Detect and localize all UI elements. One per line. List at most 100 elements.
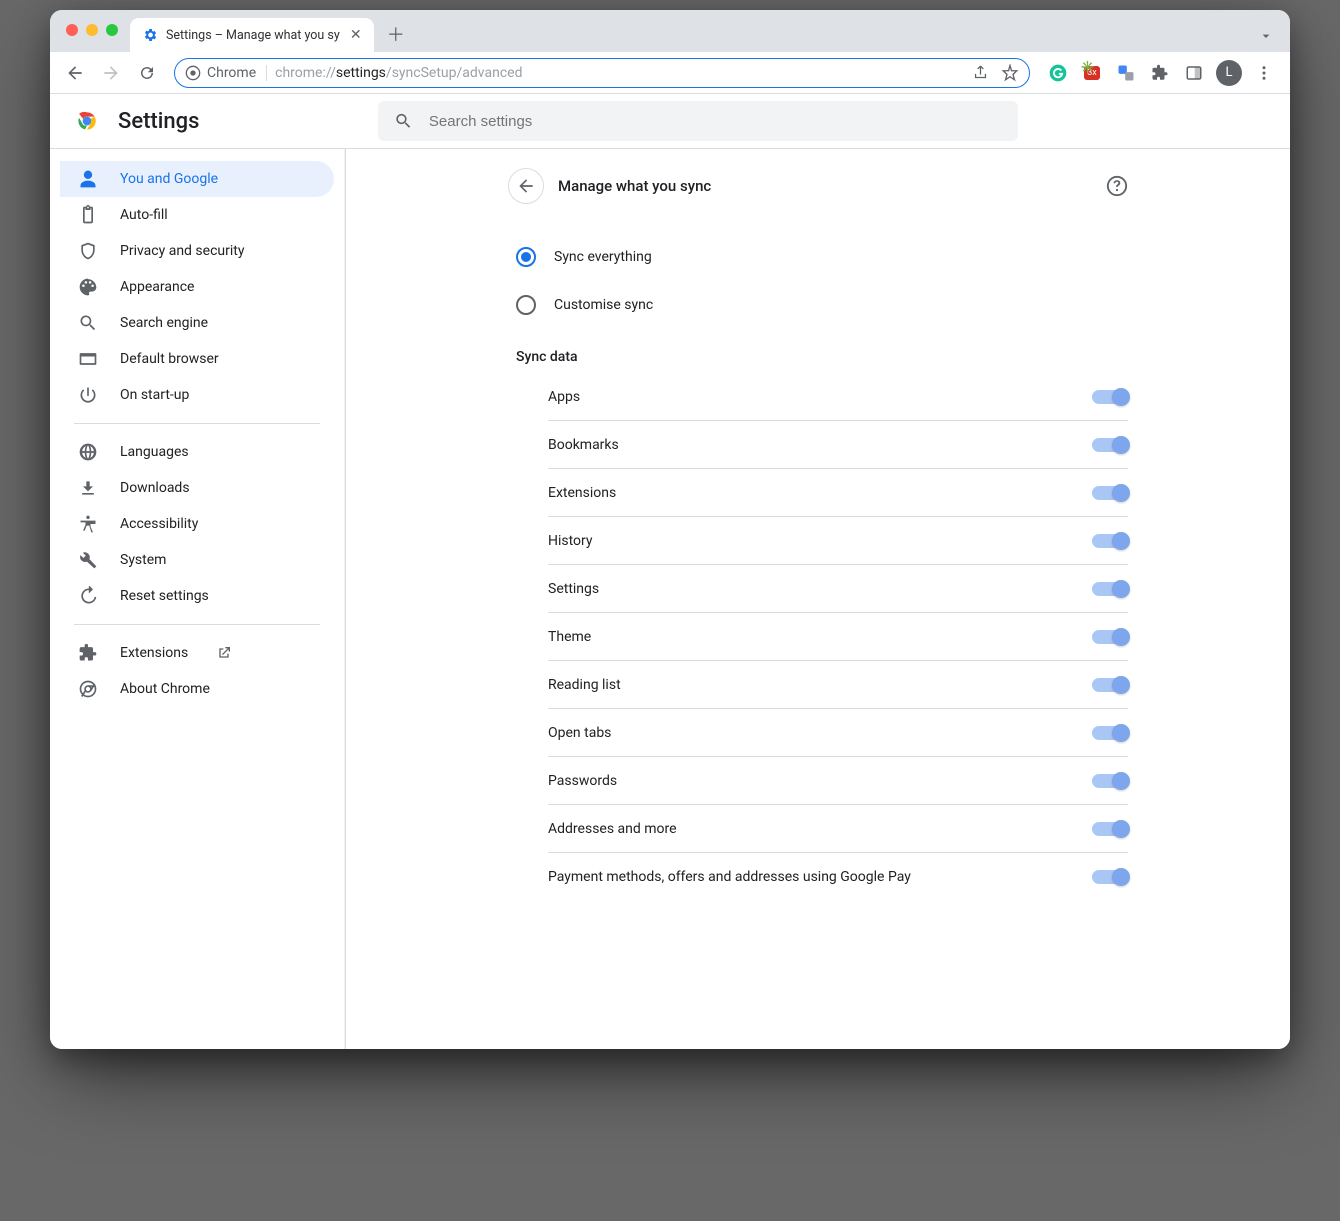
sidebar-item-label: About Chrome — [120, 681, 210, 697]
sidebar-item-search-engine[interactable]: Search engine — [60, 305, 334, 341]
sidebar-item-label: System — [120, 552, 166, 568]
sync-toggle[interactable] — [1092, 486, 1128, 500]
sync-toggle[interactable] — [1092, 390, 1128, 404]
sidebar-divider — [74, 624, 320, 625]
settings-sidebar: You and Google Auto-fill Privacy and secur… — [50, 149, 345, 1049]
omnibox[interactable]: Chrome chrome://settings/syncSetup/advan… — [174, 58, 1030, 88]
browser-toolbar: Chrome chrome://settings/syncSetup/advan… — [50, 52, 1290, 94]
sidebar-item-label: Search engine — [120, 315, 208, 331]
sidebar-item-label: Downloads — [120, 480, 190, 496]
new-tab-button[interactable]: ＋ — [382, 20, 410, 48]
sync-data-heading: Sync data — [516, 349, 1128, 365]
window-controls — [66, 24, 118, 36]
page-header: Manage what you sync — [508, 163, 1128, 209]
sync-mode-radio-group: Sync everything Customise sync — [508, 233, 1128, 329]
maximize-window-button[interactable] — [106, 24, 118, 36]
sync-toggle[interactable] — [1092, 870, 1128, 884]
sidebar-item-on-start-up[interactable]: On start-up — [60, 377, 334, 413]
close-window-button[interactable] — [66, 24, 78, 36]
extension-grammarly-icon[interactable] — [1046, 61, 1070, 85]
share-icon[interactable] — [972, 64, 989, 81]
sync-item-label: Bookmarks — [548, 437, 1092, 453]
sidebar-item-appearance[interactable]: Appearance — [60, 269, 334, 305]
tab-overflow-button[interactable] — [1258, 28, 1274, 44]
sync-item-label: Apps — [548, 389, 1092, 405]
tab-strip: Settings – Manage what you sy ✕ ＋ — [50, 10, 1290, 52]
extension-translate-icon[interactable] — [1114, 61, 1138, 85]
sync-toggle[interactable] — [1092, 630, 1128, 644]
reset-icon — [78, 586, 98, 606]
sidebar-item-extensions[interactable]: Extensions — [60, 635, 334, 671]
page-back-button[interactable] — [508, 168, 544, 204]
sidebar-item-auto-fill[interactable]: Auto-fill — [60, 197, 334, 233]
radio-icon — [516, 295, 536, 315]
sync-toggle[interactable] — [1092, 774, 1128, 788]
back-button[interactable] — [60, 58, 90, 88]
radio-label: Customise sync — [554, 297, 653, 313]
radio-customise-sync[interactable]: Customise sync — [516, 281, 1128, 329]
sidebar-item-privacy-and-security[interactable]: Privacy and security — [60, 233, 334, 269]
sidebar-item-label: Privacy and security — [120, 243, 244, 259]
sync-toggle[interactable] — [1092, 726, 1128, 740]
reload-button[interactable] — [132, 58, 162, 88]
sidebar-item-label: Extensions — [120, 645, 188, 661]
sync-toggle[interactable] — [1092, 678, 1128, 692]
side-panel-icon[interactable] — [1182, 61, 1206, 85]
sync-toggle[interactable] — [1092, 438, 1128, 452]
settings-title: Settings — [118, 109, 378, 134]
sidebar-divider — [74, 423, 320, 424]
sidebar-item-about-chrome[interactable]: About Chrome — [60, 671, 334, 707]
sync-row-apps: Apps — [548, 373, 1128, 421]
browser-menu-icon[interactable] — [1252, 61, 1276, 85]
sync-row-history: History — [548, 517, 1128, 565]
settings-main: Manage what you sync Sync everything Cust… — [345, 149, 1290, 1049]
settings-search-box[interactable] — [378, 101, 1018, 141]
forward-button[interactable] — [96, 58, 126, 88]
settings-header: Settings — [50, 94, 1290, 149]
a11y-icon — [78, 514, 98, 534]
shield-icon — [78, 241, 98, 261]
page-title: Manage what you sync — [558, 177, 1092, 195]
toolbar-extensions: 3x✳️ L — [1042, 60, 1280, 86]
tab-close-icon[interactable]: ✕ — [348, 27, 364, 43]
sync-row-settings: Settings — [548, 565, 1128, 613]
sync-toggle[interactable] — [1092, 534, 1128, 548]
sync-item-label: Reading list — [548, 677, 1092, 693]
download-icon — [78, 478, 98, 498]
radio-sync-everything[interactable]: Sync everything — [516, 233, 1128, 281]
settings-search-input[interactable] — [427, 112, 1002, 131]
sync-row-addresses-and-more: Addresses and more — [548, 805, 1128, 853]
help-icon[interactable] — [1106, 175, 1128, 197]
omnibox-url: chrome://settings/syncSetup/advanced — [275, 65, 964, 81]
sidebar-item-label: Auto-fill — [120, 207, 168, 223]
sync-toggle[interactable] — [1092, 822, 1128, 836]
omnibox-origin-chip: Chrome — [185, 65, 267, 81]
minimize-window-button[interactable] — [86, 24, 98, 36]
sync-data-list: Apps Bookmarks Extensions HistorySettingsTh… — [508, 373, 1128, 901]
extension-adblock-icon[interactable]: 3x✳️ — [1080, 61, 1104, 85]
puzzle-icon — [78, 643, 98, 663]
sidebar-item-reset-settings[interactable]: Reset settings — [60, 578, 334, 614]
extensions-menu-icon[interactable] — [1148, 61, 1172, 85]
sync-item-label: Passwords — [548, 773, 1092, 789]
radio-icon — [516, 247, 536, 267]
sync-toggle[interactable] — [1092, 582, 1128, 596]
palette-icon — [78, 277, 98, 297]
sync-item-label: Payment methods, offers and addresses us… — [548, 869, 1092, 885]
browser-tab[interactable]: Settings – Manage what you sy ✕ — [130, 18, 374, 52]
sync-item-label: Extensions — [548, 485, 1092, 501]
sidebar-item-default-browser[interactable]: Default browser — [60, 341, 334, 377]
sidebar-item-downloads[interactable]: Downloads — [60, 470, 334, 506]
power-icon — [78, 385, 98, 405]
sidebar-item-system[interactable]: System — [60, 542, 334, 578]
sidebar-item-languages[interactable]: Languages — [60, 434, 334, 470]
profile-avatar[interactable]: L — [1216, 60, 1242, 86]
bookmark-icon[interactable] — [1001, 64, 1019, 82]
sync-row-theme: Theme — [548, 613, 1128, 661]
sync-row-payment-methods-offers-and-addresses-using-google-pay: Payment methods, offers and addresses us… — [548, 853, 1128, 901]
sidebar-item-accessibility[interactable]: Accessibility — [60, 506, 334, 542]
search-icon — [78, 313, 98, 333]
sync-row-reading-list: Reading list — [548, 661, 1128, 709]
sidebar-item-you-and-google[interactable]: You and Google — [60, 161, 334, 197]
radio-label: Sync everything — [554, 249, 652, 265]
